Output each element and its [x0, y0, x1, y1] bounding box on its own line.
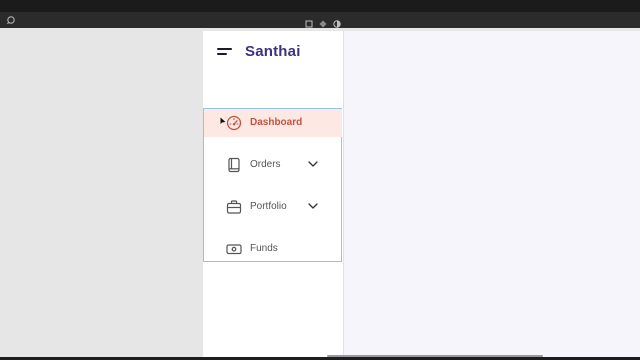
sidebar-item-label: Portfolio: [250, 201, 287, 212]
speedometer-icon: [226, 115, 242, 131]
sidebar-item-label: Funds: [250, 243, 278, 254]
brand-title: Santhai: [245, 43, 301, 60]
editor-toolbar: [0, 12, 640, 28]
window-titlebar: [0, 0, 640, 12]
main-content-area: [344, 31, 640, 360]
sidebar-item-portfolio[interactable]: Portfolio: [204, 193, 342, 221]
comment-icon[interactable]: [6, 15, 16, 25]
chevron-down-icon[interactable]: [308, 160, 318, 168]
canvas-background: [0, 28, 203, 360]
contrast-icon[interactable]: [333, 15, 341, 28]
briefcase-icon: [226, 200, 242, 214]
banknote-icon: [226, 244, 242, 255]
hamburger-menu-icon[interactable]: [217, 47, 233, 57]
sidebar-item-label: Dashboard: [250, 117, 303, 128]
frame-icon[interactable]: [305, 15, 313, 28]
book-icon: [228, 157, 240, 173]
chevron-down-icon[interactable]: [308, 202, 318, 210]
component-icon[interactable]: [319, 15, 327, 28]
sidebar-item-funds[interactable]: Funds: [204, 235, 342, 263]
sidebar-item-label: Orders: [250, 159, 281, 170]
sidebar-item-orders[interactable]: Orders: [204, 151, 342, 179]
mouse-cursor-icon: [220, 117, 226, 124]
